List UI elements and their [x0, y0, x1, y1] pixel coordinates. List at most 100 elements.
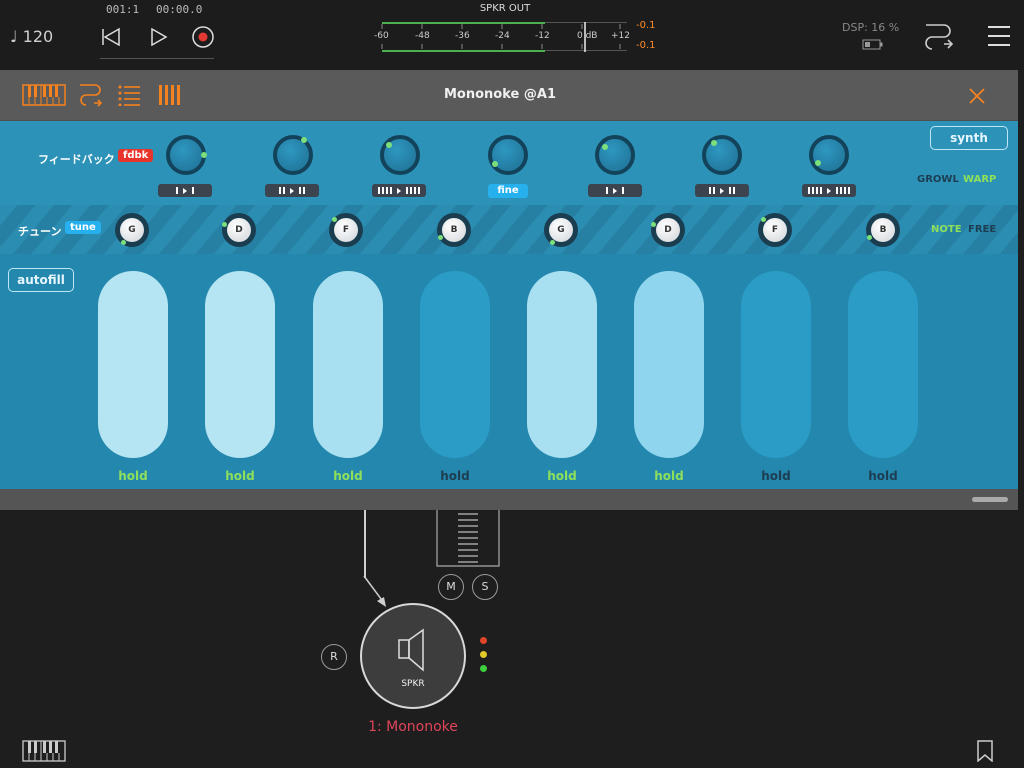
battery-icon	[862, 39, 883, 50]
tune-knob-6[interactable]: D	[651, 213, 685, 247]
volume-fader[interactable]	[436, 510, 500, 568]
pad-hold-label-4[interactable]: hold	[420, 469, 490, 483]
pad-hold-label-3[interactable]: hold	[313, 469, 383, 483]
peak-left: -0.1	[636, 20, 656, 31]
warp-option[interactable]: WARP	[963, 174, 996, 185]
record-icon	[192, 26, 214, 48]
feedback-knob-7[interactable]	[809, 135, 849, 175]
tune-knob-7[interactable]: F	[758, 213, 792, 247]
pads-area: autofill hold hold hold hold hold hold hold hol…	[0, 254, 1018, 489]
mode-selector-5[interactable]	[588, 184, 642, 197]
feedback-knob-3[interactable]	[380, 135, 420, 175]
plugin-header: Mononoke @A1	[0, 70, 1018, 120]
record-arm-button[interactable]: R	[321, 644, 347, 670]
plugin-title: Mononoke @A1	[444, 87, 556, 102]
pad-7[interactable]	[741, 271, 811, 458]
play-button[interactable]	[145, 24, 171, 50]
mode-selector-7[interactable]	[802, 184, 856, 197]
resize-grip[interactable]	[972, 497, 1008, 502]
pad-hold-label-1[interactable]: hold	[98, 469, 168, 483]
close-button[interactable]	[967, 86, 987, 106]
meter-scale-6: +12	[611, 31, 630, 41]
synth-panel: フィードバック fdbk fine synth GROWL WARP チューン …	[0, 121, 1018, 489]
speaker-node-label: SPKR	[401, 679, 425, 689]
pad-hold-label-5[interactable]: hold	[527, 469, 597, 483]
pad-hold-label-7[interactable]: hold	[741, 469, 811, 483]
tune-knob-8[interactable]: B	[866, 213, 900, 247]
pad-8[interactable]	[848, 271, 918, 458]
wire-1	[364, 510, 366, 578]
keyboard-icon	[22, 84, 66, 106]
meter-scale-4: -12	[535, 31, 550, 41]
synth-button[interactable]: synth	[930, 126, 1008, 150]
solo-button[interactable]: S	[472, 574, 498, 600]
feedback-knob-6[interactable]	[702, 135, 742, 175]
routing-button[interactable]	[922, 22, 956, 52]
rewind-button[interactable]	[98, 24, 124, 50]
tab-routing[interactable]	[78, 82, 104, 108]
feedback-label: フィードバック	[38, 153, 115, 166]
tune-label: チューン	[18, 225, 62, 238]
mode-selector-3[interactable]	[372, 184, 426, 197]
keyboard-icon	[22, 740, 66, 762]
peak-right: -0.1	[636, 40, 656, 51]
tab-list[interactable]	[118, 84, 142, 107]
mode-selector-1[interactable]	[158, 184, 212, 197]
pad-3[interactable]	[313, 271, 383, 458]
tab-keyboard[interactable]	[22, 84, 66, 106]
keyboard-button[interactable]	[22, 740, 66, 762]
level-led-green	[480, 665, 487, 672]
mode-selector-2[interactable]	[265, 184, 319, 197]
tab-plugin-ui[interactable]	[158, 84, 180, 106]
bookmark-icon	[977, 740, 993, 763]
level-led-red	[480, 637, 487, 644]
pad-2[interactable]	[205, 271, 275, 458]
bookmark-button[interactable]	[976, 740, 994, 763]
autofill-button[interactable]: autofill	[8, 268, 74, 292]
speaker-node[interactable]: SPKR	[360, 603, 466, 709]
menu-button[interactable]	[986, 24, 1012, 48]
tempo-display[interactable]: ♩ 120	[10, 27, 53, 46]
tune-knob-4[interactable]: B	[437, 213, 471, 247]
meter-scale-1: -48	[415, 31, 430, 41]
routing-icon	[80, 84, 103, 107]
meter-scale-5: 0 dB	[577, 31, 598, 41]
record-button[interactable]	[190, 24, 216, 50]
free-option[interactable]: FREE	[968, 224, 996, 235]
pad-5[interactable]	[527, 271, 597, 458]
meter-title: SPKR OUT	[479, 3, 531, 14]
mode-selector-6[interactable]	[695, 184, 749, 197]
growl-option[interactable]: GROWL	[917, 174, 959, 185]
tune-knob-5[interactable]: G	[544, 213, 578, 247]
tune-row: チューン tune G D F B G D F B NOTE FREE	[0, 205, 1018, 254]
hamburger-menu-icon	[988, 26, 1010, 46]
plugin-footer	[0, 489, 1018, 510]
pad-hold-label-8[interactable]: hold	[848, 469, 918, 483]
feedback-knob-2[interactable]	[273, 135, 313, 175]
skip-to-start-icon	[102, 27, 120, 47]
feedback-knob-4[interactable]	[488, 135, 528, 175]
pad-6[interactable]	[634, 271, 704, 458]
list-icon	[118, 85, 140, 107]
tune-knob-3[interactable]: F	[329, 213, 363, 247]
wire-arrow	[363, 575, 386, 607]
tune-knob-1[interactable]: G	[115, 213, 149, 247]
pad-4[interactable]	[420, 271, 490, 458]
time-position: 00:00.0	[156, 3, 203, 16]
mute-button[interactable]: M	[438, 574, 464, 600]
fine-toggle[interactable]: fine	[488, 184, 528, 198]
play-icon	[151, 27, 168, 47]
feedback-knob-5[interactable]	[595, 135, 635, 175]
tune-knob-2[interactable]: D	[222, 213, 256, 247]
level-led-yellow	[480, 651, 487, 658]
bar-position: 001:1	[106, 3, 140, 16]
timeline-divider	[100, 58, 214, 59]
feedback-row: フィードバック fdbk fine synth GROWL WARP	[0, 121, 1018, 205]
pad-hold-label-6[interactable]: hold	[634, 469, 704, 483]
meter-scale-0: -60	[374, 31, 389, 41]
pad-1[interactable]	[98, 271, 168, 458]
pad-hold-label-2[interactable]: hold	[205, 469, 275, 483]
feedback-knob-1[interactable]	[166, 135, 207, 175]
tune-chip: tune	[65, 221, 101, 234]
note-option[interactable]: NOTE	[931, 224, 962, 235]
